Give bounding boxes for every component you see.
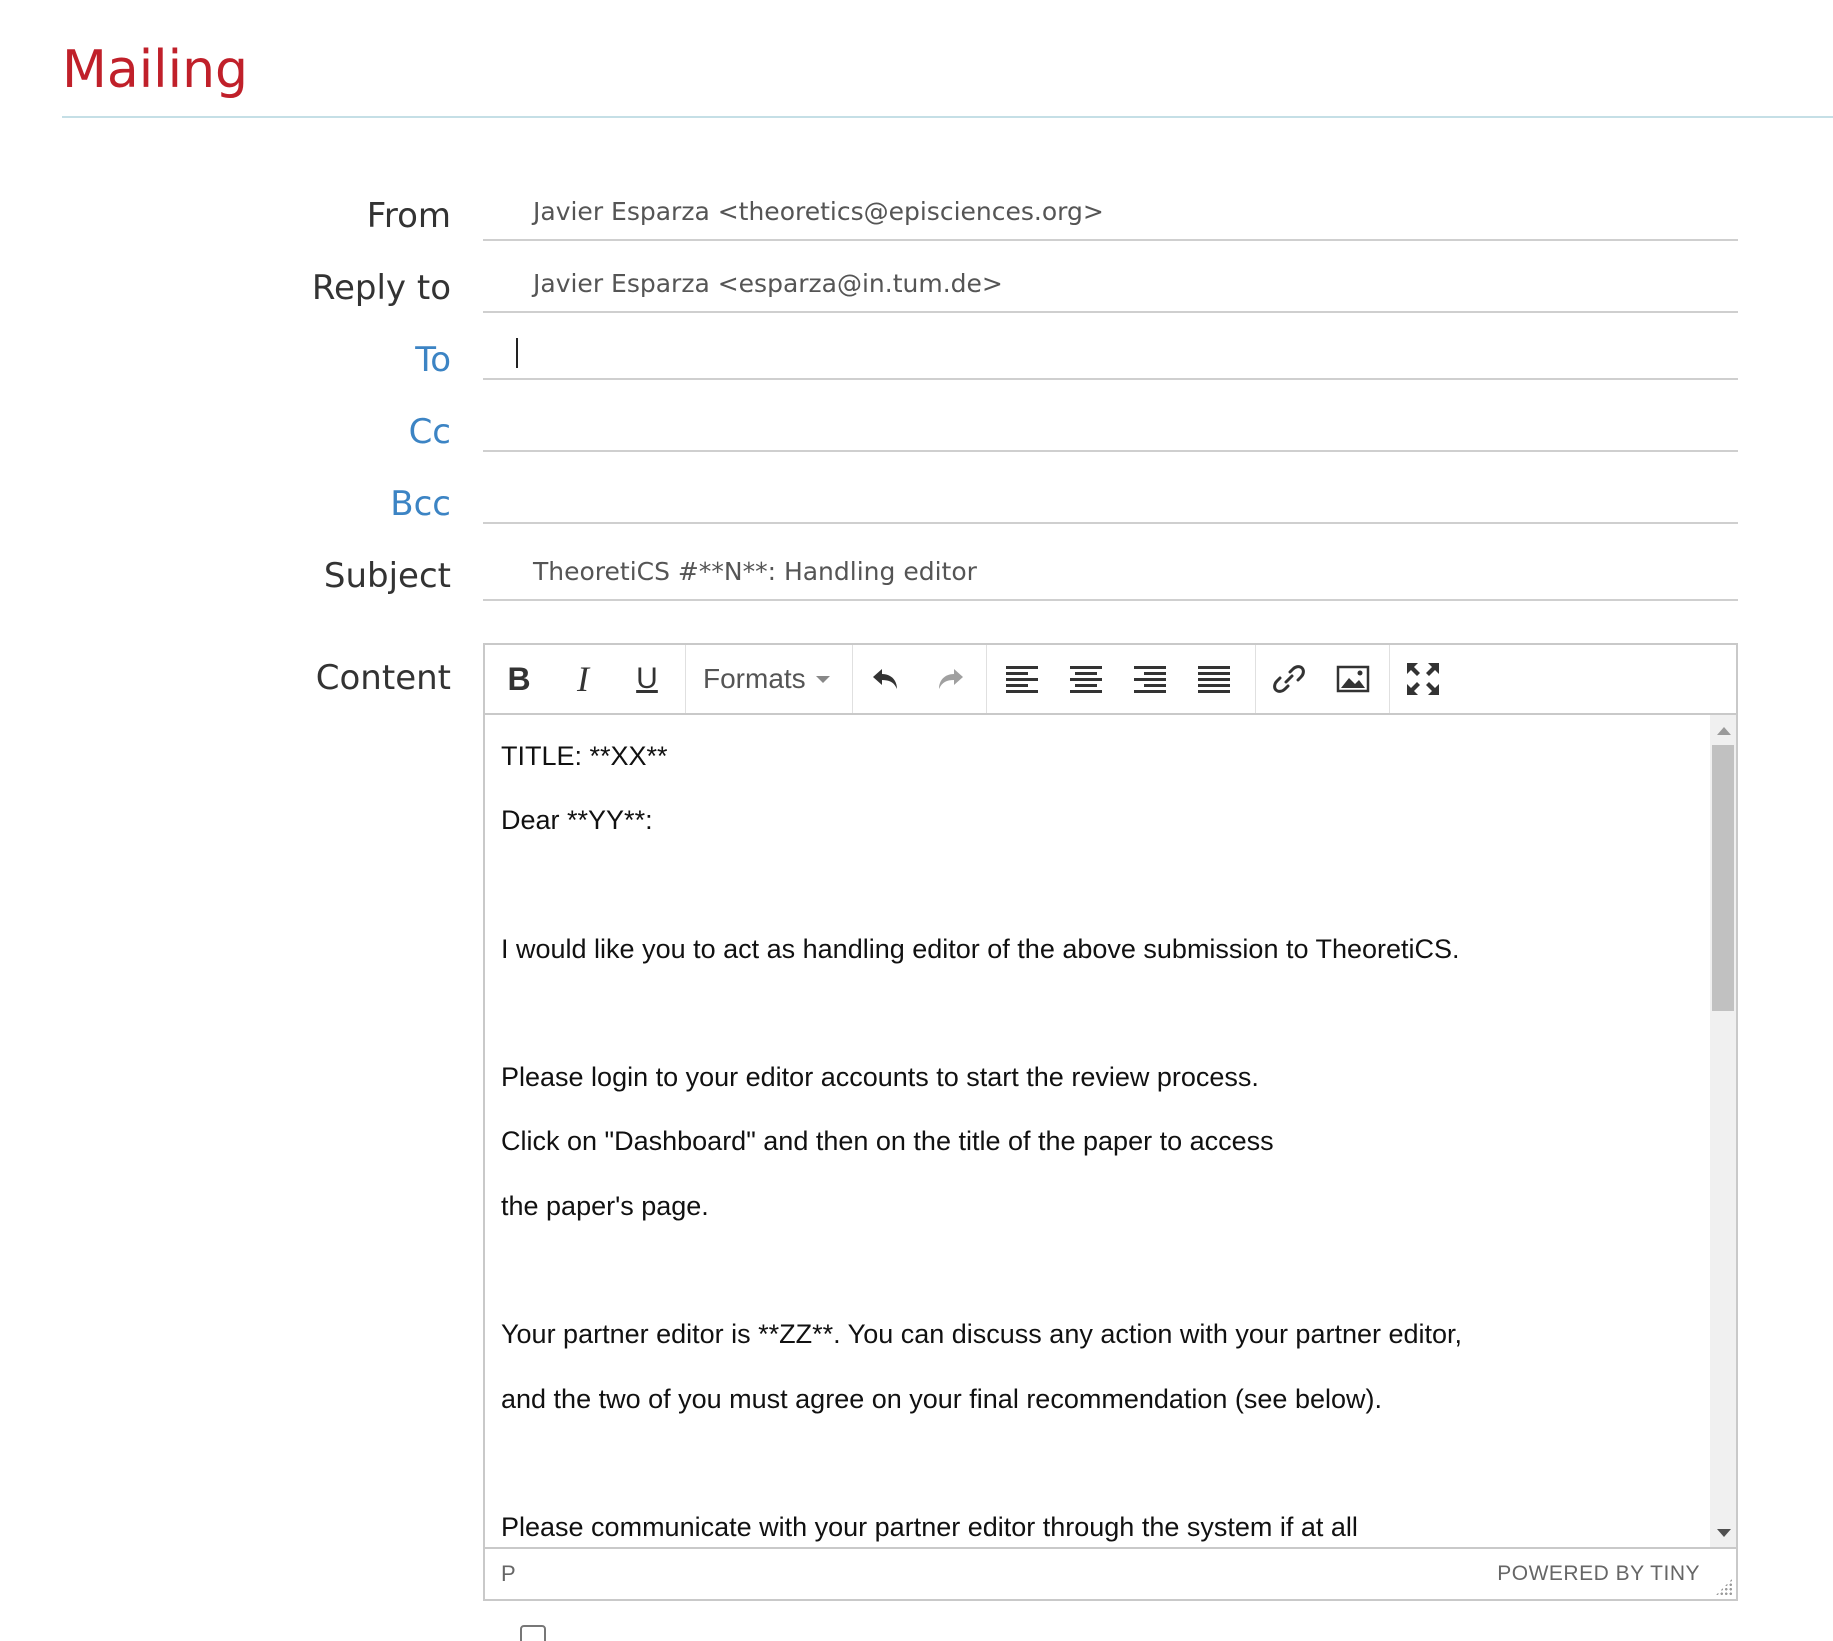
bold-icon: B xyxy=(507,660,531,697)
from-value: Javier Esparza <theoretics@episciences.o… xyxy=(533,197,1104,226)
underline-button[interactable]: U xyxy=(623,655,671,703)
element-path[interactable]: P xyxy=(501,1561,516,1587)
reply-to-field[interactable]: Javier Esparza <esparza@in.tum.de> xyxy=(483,259,1738,313)
subject-label: Subject xyxy=(323,556,451,596)
cc-input[interactable] xyxy=(483,390,1738,452)
powered-by-link[interactable]: POWERED BY TINY xyxy=(1497,1562,1700,1586)
resize-handle-icon[interactable] xyxy=(1715,1578,1733,1596)
align-left-button[interactable] xyxy=(998,655,1046,703)
to-label[interactable]: To xyxy=(415,340,451,380)
page-title: Mailing xyxy=(62,40,249,100)
copy-checkbox-row[interactable] xyxy=(520,1625,570,1641)
redo-button[interactable] xyxy=(926,655,974,703)
fullscreen-icon xyxy=(1407,663,1439,695)
bcc-label[interactable]: Bcc xyxy=(390,484,451,524)
from-label: From xyxy=(366,196,451,236)
mailing-page: Mailing From Javier Esparza <theoretics@… xyxy=(0,0,1833,1641)
format-group: B I U xyxy=(485,645,686,713)
insert-link-button[interactable] xyxy=(1265,655,1313,703)
reply-to-value: Javier Esparza <esparza@in.tum.de> xyxy=(533,269,1003,298)
redo-icon xyxy=(939,669,963,689)
align-left-icon xyxy=(1006,666,1038,693)
undo-button[interactable] xyxy=(862,655,910,703)
undo-icon xyxy=(873,669,897,689)
scroll-down-icon[interactable] xyxy=(1717,1529,1731,1537)
reply-to-label: Reply to xyxy=(311,268,451,308)
formats-dropdown[interactable]: Formats xyxy=(703,655,830,703)
view-group xyxy=(1389,645,1459,713)
subject-value: TheoretiCS #**N**: Handling editor xyxy=(533,557,977,586)
bcc-input[interactable] xyxy=(483,462,1738,524)
editor-scrollbar[interactable] xyxy=(1710,715,1736,1549)
content-label: Content xyxy=(315,658,451,698)
text-cursor xyxy=(516,338,518,368)
align-justify-button[interactable] xyxy=(1190,655,1238,703)
italic-button[interactable]: I xyxy=(559,655,607,703)
italic-icon: I xyxy=(577,659,589,699)
editor-content[interactable]: TITLE: **XX** Dear **YY**: I would like … xyxy=(485,715,1736,1549)
editor-statusbar: P POWERED BY TINY xyxy=(485,1547,1736,1599)
formats-group: Formats xyxy=(685,645,853,713)
copy-checkbox[interactable] xyxy=(520,1625,546,1641)
insert-image-button[interactable] xyxy=(1329,655,1377,703)
image-icon xyxy=(1336,665,1370,693)
insert-group xyxy=(1255,645,1390,713)
bold-button[interactable]: B xyxy=(495,655,543,703)
from-field[interactable]: Javier Esparza <theoretics@episciences.o… xyxy=(483,187,1738,241)
title-divider xyxy=(62,116,1833,118)
content-line: Please login to your editor accounts to … xyxy=(501,1062,1259,1092)
align-right-icon xyxy=(1134,666,1166,693)
formats-label: Formats xyxy=(703,663,806,694)
align-justify-icon xyxy=(1198,666,1230,693)
content-line: Your partner editor is **ZZ**. You can d… xyxy=(501,1319,1463,1349)
chevron-down-icon xyxy=(815,675,830,683)
alignment-group xyxy=(986,645,1256,713)
link-icon xyxy=(1273,665,1305,693)
align-right-button[interactable] xyxy=(1126,655,1174,703)
align-center-button[interactable] xyxy=(1062,655,1110,703)
underline-icon: U xyxy=(636,662,658,695)
to-input[interactable] xyxy=(483,318,1738,380)
content-line: Dear **YY**: xyxy=(501,805,653,835)
history-group xyxy=(852,645,987,713)
fullscreen-button[interactable] xyxy=(1399,655,1447,703)
content-line: the paper's page. xyxy=(501,1191,709,1221)
content-line: Click on "Dashboard" and then on the tit… xyxy=(501,1126,1274,1156)
scrollbar-thumb[interactable] xyxy=(1712,745,1734,1011)
content-line: TITLE: **XX** xyxy=(501,741,668,771)
content-line: and the two of you must agree on your fi… xyxy=(501,1384,1382,1414)
editor-toolbar: B I U Formats xyxy=(485,645,1736,715)
cc-label[interactable]: Cc xyxy=(409,412,451,452)
content-line: Please communicate with your partner edi… xyxy=(501,1512,1358,1542)
subject-input[interactable]: TheoretiCS #**N**: Handling editor xyxy=(483,547,1738,601)
rich-text-editor: B I U Formats TITLE: **XX** Dear **YY**:… xyxy=(483,643,1738,1601)
align-center-icon xyxy=(1070,666,1102,693)
content-line: I would like you to act as handling edit… xyxy=(501,934,1460,964)
scroll-up-icon[interactable] xyxy=(1717,727,1731,735)
